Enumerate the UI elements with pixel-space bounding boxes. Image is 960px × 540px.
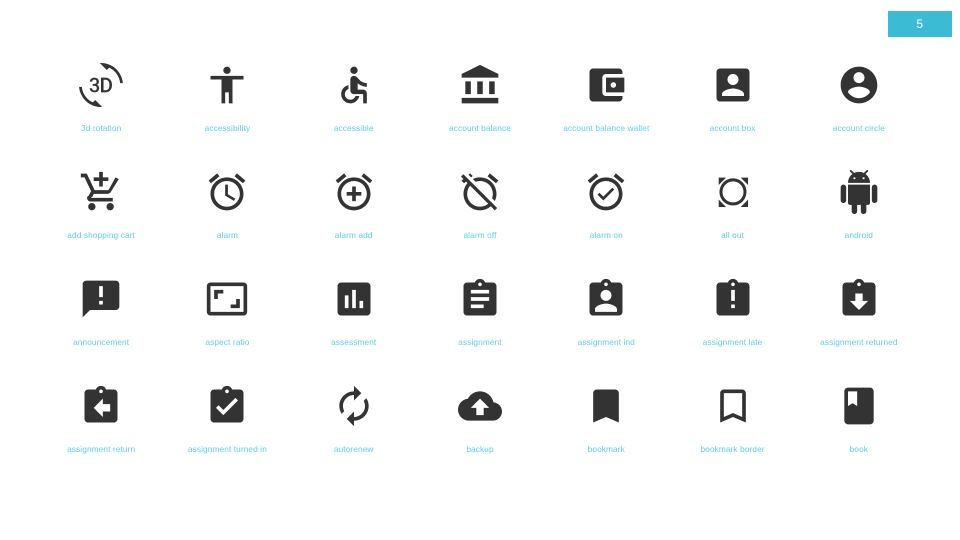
icon-label: aspect ratio [205, 337, 250, 347]
icon-cell-book[interactable]: book [796, 383, 922, 490]
icon-label: add shopping cart [67, 230, 135, 240]
icon-label: account balance [449, 123, 511, 133]
icon-cell-assignment-returned[interactable]: assignment returned [796, 276, 922, 383]
3d-rotation-icon [79, 62, 124, 108]
icon-label: assignment late [702, 337, 763, 347]
icon-cell-bookmark[interactable]: bookmark [543, 383, 669, 490]
assignment-icon [458, 276, 502, 322]
assignment-returned-icon [837, 276, 881, 322]
assignment-turned-in-icon [205, 383, 249, 429]
icon-label: account circle [832, 123, 885, 133]
icon-label: all out [721, 230, 744, 240]
icon-label: 3d rotation [80, 123, 122, 133]
page-number-text: 5 [916, 17, 924, 31]
announcement-icon [79, 276, 123, 322]
autorenew-icon [332, 383, 376, 429]
assignment-return-icon [79, 383, 123, 429]
account-box-icon [711, 62, 755, 108]
icon-cell-account-circle[interactable]: account circle [796, 62, 922, 169]
icon-label: account balance wallet [563, 123, 650, 133]
page-number-badge: 5 [888, 11, 952, 37]
icon-grid: 3d rotation accessibility accessible acc… [0, 62, 960, 490]
icon-label: announcement [73, 337, 130, 347]
icon-cell-assessment[interactable]: assessment [291, 276, 417, 383]
android-icon [837, 169, 881, 215]
icon-label: android [844, 230, 874, 240]
icon-cell-alarm-on[interactable]: alarm on [543, 169, 669, 276]
account-circle-icon [837, 62, 881, 108]
account-balance-wallet-icon [584, 62, 628, 108]
icon-label: alarm [216, 230, 239, 240]
icon-label: assignment returned [820, 337, 898, 347]
backup-icon [457, 383, 502, 429]
icon-label: account box [709, 123, 756, 133]
icon-label: assignment ind [577, 337, 635, 347]
icon-label: assignment [458, 337, 502, 347]
icon-cell-alarm[interactable]: alarm [164, 169, 290, 276]
icon-cell-assignment-late[interactable]: assignment late [669, 276, 795, 383]
icon-label: bookmark [587, 444, 625, 454]
icon-cell-autorenew[interactable]: autorenew [291, 383, 417, 490]
assessment-icon [332, 276, 376, 322]
icon-label: backup [466, 444, 494, 454]
bookmark-border-icon [711, 383, 755, 429]
icon-label: accessible [333, 123, 374, 133]
alarm-off-icon [458, 169, 502, 215]
alarm-icon [205, 169, 249, 215]
alarm-on-icon [584, 169, 628, 215]
icon-cell-assignment[interactable]: assignment [417, 276, 543, 383]
icon-label: alarm on [589, 230, 623, 240]
icon-cell-all-out[interactable]: all out [669, 169, 795, 276]
icon-cell-account-balance[interactable]: account balance [417, 62, 543, 169]
icon-label: assignment turned in [187, 444, 267, 454]
icon-cell-accessibility[interactable]: accessibility [164, 62, 290, 169]
accessible-icon [332, 62, 376, 108]
icon-cell-assignment-turned-in[interactable]: assignment turned in [164, 383, 290, 490]
icon-cell-account-balance-wallet[interactable]: account balance wallet [543, 62, 669, 169]
icon-cell-3d-rotation[interactable]: 3d rotation [38, 62, 164, 169]
account-balance-icon [458, 62, 502, 108]
icon-cell-alarm-off[interactable]: alarm off [417, 169, 543, 276]
all-out-icon [711, 169, 755, 215]
icon-cell-accessible[interactable]: accessible [291, 62, 417, 169]
bookmark-icon [584, 383, 628, 429]
add-shopping-cart-icon [79, 169, 123, 215]
icon-cell-alarm-add[interactable]: alarm add [291, 169, 417, 276]
icon-cell-assignment-return[interactable]: assignment return [38, 383, 164, 490]
icon-cell-aspect-ratio[interactable]: aspect ratio [164, 276, 290, 383]
icon-cell-assignment-ind[interactable]: assignment ind [543, 276, 669, 383]
assignment-late-icon [711, 276, 755, 322]
icon-cell-backup[interactable]: backup [417, 383, 543, 490]
icon-cell-add-shopping-cart[interactable]: add shopping cart [38, 169, 164, 276]
icon-cell-android[interactable]: android [796, 169, 922, 276]
icon-label: book [849, 444, 869, 454]
assignment-ind-icon [584, 276, 628, 322]
icon-label: assignment return [67, 444, 136, 454]
book-icon [837, 383, 881, 429]
icon-cell-announcement[interactable]: announcement [38, 276, 164, 383]
icon-label: alarm off [463, 230, 497, 240]
icon-label: autorenew [333, 444, 374, 454]
alarm-add-icon [332, 169, 376, 215]
aspect-ratio-icon [205, 276, 249, 322]
icon-label: assessment [331, 337, 377, 347]
icon-label: alarm add [334, 230, 373, 240]
icon-cell-bookmark-border[interactable]: bookmark border [669, 383, 795, 490]
icon-label: bookmark border [700, 444, 765, 454]
accessibility-icon [205, 62, 249, 108]
icon-cell-account-box[interactable]: account box [669, 62, 795, 169]
icon-label: accessibility [204, 123, 251, 133]
